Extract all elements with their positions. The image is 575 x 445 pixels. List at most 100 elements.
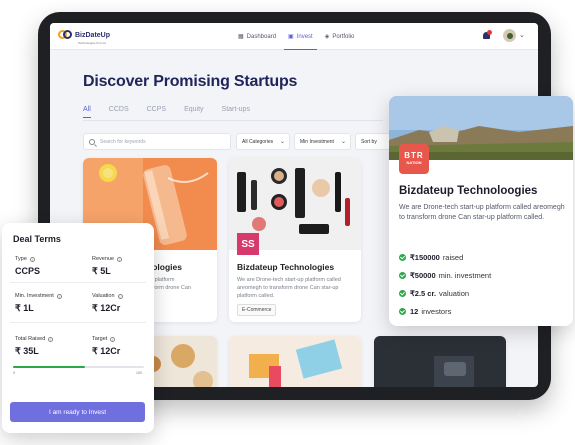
logo-icon bbox=[58, 30, 72, 40]
featured-logo-subtext: NATION bbox=[406, 160, 422, 165]
info-icon[interactable]: i bbox=[117, 256, 123, 262]
tab-equity[interactable]: Equity bbox=[184, 106, 203, 118]
invest-icon: ▣ bbox=[288, 34, 294, 40]
revenue-label: Revenue i bbox=[92, 256, 123, 262]
search-icon bbox=[89, 138, 95, 145]
page-title: Discover Promising Startups bbox=[83, 73, 298, 90]
brand-logo[interactable]: BizDateUp Technologies Pvt Ltd bbox=[58, 30, 111, 45]
nav-label: Invest bbox=[296, 33, 313, 40]
tab-ccps[interactable]: CCPS bbox=[147, 106, 166, 118]
featured-title: Bizdateup Technoloogies bbox=[399, 185, 538, 197]
startup-card[interactable]: SS Bizdateup Technologies We are Drone-t… bbox=[229, 158, 361, 322]
brand-name: BizDateUp bbox=[75, 31, 111, 39]
target-label-text: Target bbox=[92, 336, 108, 342]
target-value: ₹ 12Cr bbox=[92, 346, 121, 356]
sort-select-value: Sort by bbox=[361, 138, 377, 145]
divider bbox=[10, 322, 146, 323]
total-raised-label-text: Total Raised bbox=[15, 336, 46, 342]
stat-label: min. investment bbox=[438, 271, 492, 280]
nav-label: Dashboard bbox=[246, 33, 277, 40]
nav-portfolio[interactable]: ◈ Portfolio bbox=[319, 23, 361, 50]
stat-value: ₹2.5 cr. bbox=[410, 289, 437, 298]
user-avatar[interactable] bbox=[503, 29, 516, 42]
invest-button[interactable]: I am ready to Invest bbox=[10, 402, 145, 422]
featured-startup-card[interactable]: BTR NATION Bizdateup Technoloogies We ar… bbox=[389, 96, 573, 326]
card-title: Bizdateup Technologies bbox=[237, 262, 335, 272]
type-label-text: Type bbox=[15, 256, 27, 262]
check-circle-icon bbox=[399, 290, 406, 297]
search-placeholder: Search for keywords bbox=[100, 138, 146, 145]
nav-menu: ▦ Dashboard ▣ Invest ◈ Portfolio bbox=[232, 23, 360, 50]
info-icon[interactable]: i bbox=[110, 336, 116, 342]
min-investment-value: ₹ 1L bbox=[15, 303, 34, 313]
divider bbox=[10, 282, 146, 283]
nav-dashboard[interactable]: ▦ Dashboard bbox=[232, 23, 282, 50]
nav-invest[interactable]: ▣ Invest bbox=[282, 23, 319, 50]
stat-valuation: ₹2.5 cr. valuation bbox=[399, 289, 469, 298]
check-circle-icon bbox=[399, 308, 406, 315]
featured-description: We are Drone-tech start-up platform call… bbox=[399, 204, 565, 221]
chevron-down-icon: ⌄ bbox=[279, 139, 285, 145]
valuation-label: Valuation i bbox=[92, 293, 123, 299]
startup-card[interactable] bbox=[374, 336, 506, 387]
min-investment-select[interactable]: Min Investment ⌄ bbox=[294, 133, 351, 150]
raise-progress-fill bbox=[13, 366, 86, 368]
category-select[interactable]: All Categories ⌄ bbox=[236, 133, 290, 150]
stat-value: 12 bbox=[410, 307, 419, 316]
card-image bbox=[374, 336, 506, 387]
nav-label: Portfolio bbox=[332, 33, 355, 40]
valuation-label-text: Valuation bbox=[92, 293, 115, 299]
raise-progress-bar bbox=[13, 366, 144, 368]
progress-start: 0 bbox=[13, 371, 15, 375]
top-navbar: BizDateUp Technologies Pvt Ltd ▦ Dashboa… bbox=[50, 23, 538, 50]
stat-label: valuation bbox=[439, 289, 470, 298]
notification-badge bbox=[487, 30, 492, 35]
card-logo: SS bbox=[237, 233, 259, 255]
featured-logo: BTR NATION bbox=[399, 144, 429, 174]
check-circle-icon bbox=[399, 254, 406, 261]
chevron-down-icon: ⌄ bbox=[340, 139, 346, 145]
brand-tagline: Technologies Pvt Ltd bbox=[78, 41, 106, 45]
stat-raised: ₹150000 raised bbox=[399, 253, 463, 262]
type-value: CCPS bbox=[15, 266, 41, 276]
type-label: Type i bbox=[15, 256, 35, 262]
dashboard-icon: ▦ bbox=[238, 34, 244, 40]
tab-ccds[interactable]: CCDS bbox=[109, 106, 129, 118]
min-investment-label-text: Min. Investment bbox=[15, 293, 54, 299]
search-input[interactable]: Search for keywords bbox=[83, 133, 231, 150]
featured-logo-text: BTR bbox=[404, 151, 424, 160]
total-raised-label: Total Raised i bbox=[15, 336, 54, 342]
tab-all[interactable]: All bbox=[83, 106, 91, 118]
tab-startups[interactable]: Start-ups bbox=[222, 106, 250, 118]
target-label: Target i bbox=[92, 336, 116, 342]
card-description: up platform nsform drone Can bbox=[147, 277, 192, 291]
deal-terms-title: Deal Terms bbox=[13, 234, 61, 244]
startup-card[interactable] bbox=[229, 336, 361, 387]
valuation-value: ₹ 12Cr bbox=[92, 303, 121, 313]
min-investment-label: Min. Investment i bbox=[15, 293, 62, 299]
category-select-value: All Categories bbox=[242, 138, 274, 145]
revenue-label-text: Revenue bbox=[92, 256, 115, 262]
card-description: We are Drone-tech start-up platform call… bbox=[237, 277, 341, 299]
info-icon[interactable]: i bbox=[48, 336, 54, 342]
stat-label: investors bbox=[421, 307, 452, 316]
info-icon[interactable]: i bbox=[56, 293, 62, 299]
filter-tabs: All CCDS CCPS Equity Start-ups bbox=[83, 106, 268, 118]
card-image bbox=[229, 336, 361, 387]
stat-min-investment: ₹50000 min. investment bbox=[399, 271, 491, 280]
category-tag: E-Commerce bbox=[237, 304, 277, 316]
revenue-value: ₹ 5L bbox=[92, 266, 111, 276]
portfolio-icon: ◈ bbox=[324, 34, 330, 40]
stat-value: ₹150000 bbox=[410, 253, 440, 262]
check-circle-icon bbox=[399, 272, 406, 279]
info-icon[interactable]: i bbox=[29, 256, 35, 262]
info-icon[interactable]: i bbox=[117, 293, 123, 299]
bell-icon[interactable] bbox=[482, 30, 492, 41]
progress-end: 100 bbox=[136, 371, 142, 375]
stat-value: ₹50000 bbox=[410, 271, 436, 280]
stat-label: raised bbox=[442, 253, 464, 262]
min-investment-select-value: Min Investment bbox=[300, 138, 334, 145]
chevron-down-icon[interactable]: ⌄ bbox=[519, 31, 525, 39]
stat-investors: 12 investors bbox=[399, 307, 451, 316]
total-raised-value: ₹ 35L bbox=[15, 346, 39, 356]
